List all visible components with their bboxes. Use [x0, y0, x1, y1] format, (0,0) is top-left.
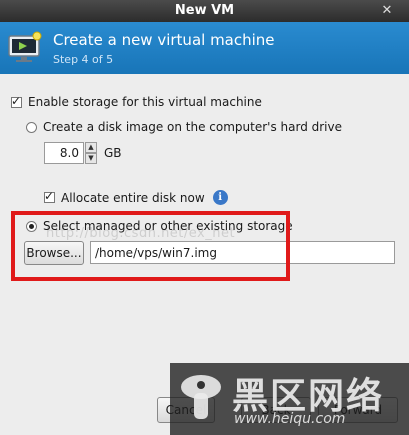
storage-path-input[interactable]: [90, 241, 395, 264]
window-title: New VM: [174, 3, 235, 18]
disk-size-spinner[interactable]: 8.0: [44, 142, 84, 164]
existing-storage-label: Select managed or other existing storage: [43, 219, 293, 233]
new-vm-dialog: New VM ✕ Create a new virtual machine St…: [0, 0, 409, 435]
enable-storage-label: Enable storage for this virtual machine: [28, 95, 262, 109]
header-title: Create a new virtual machine: [53, 31, 275, 49]
cancel-button[interactable]: Cancel: [157, 397, 215, 423]
step-indicator: Step 4 of 5: [53, 53, 114, 66]
title-bar: New VM ✕: [0, 0, 409, 22]
wizard-header: Create a new virtual machine Step 4 of 5: [0, 22, 409, 74]
create-disk-image-label: Create a disk image on the computer's ha…: [43, 120, 343, 134]
allocate-disk-check-box[interactable]: [44, 189, 55, 203]
forward-button[interactable]: Forward: [318, 397, 398, 423]
allocate-disk-label: Allocate entire disk now: [61, 190, 205, 205]
enable-storage-check-box[interactable]: [11, 94, 22, 108]
create-disk-image-radio[interactable]: Create a disk image on the computer's ha…: [26, 120, 342, 134]
browse-button[interactable]: Browse...: [24, 241, 84, 265]
spin-up-button[interactable]: ▲: [85, 142, 97, 153]
close-icon[interactable]: ✕: [379, 0, 395, 22]
virtual-machine-icon: [8, 31, 42, 62]
existing-storage-radio-button[interactable]: [26, 220, 37, 232]
back-button[interactable]: Back: [241, 397, 311, 423]
create-disk-image-radio-button[interactable]: [26, 121, 37, 133]
disk-size-unit: GB: [104, 146, 122, 160]
info-icon[interactable]: i: [212, 190, 228, 205]
existing-storage-radio[interactable]: Select managed or other existing storage: [26, 219, 293, 233]
allocate-disk-checkbox[interactable]: Allocate entire disk now i: [44, 189, 228, 205]
enable-storage-checkbox[interactable]: Enable storage for this virtual machine: [11, 94, 262, 109]
spin-down-button[interactable]: ▼: [85, 153, 97, 164]
